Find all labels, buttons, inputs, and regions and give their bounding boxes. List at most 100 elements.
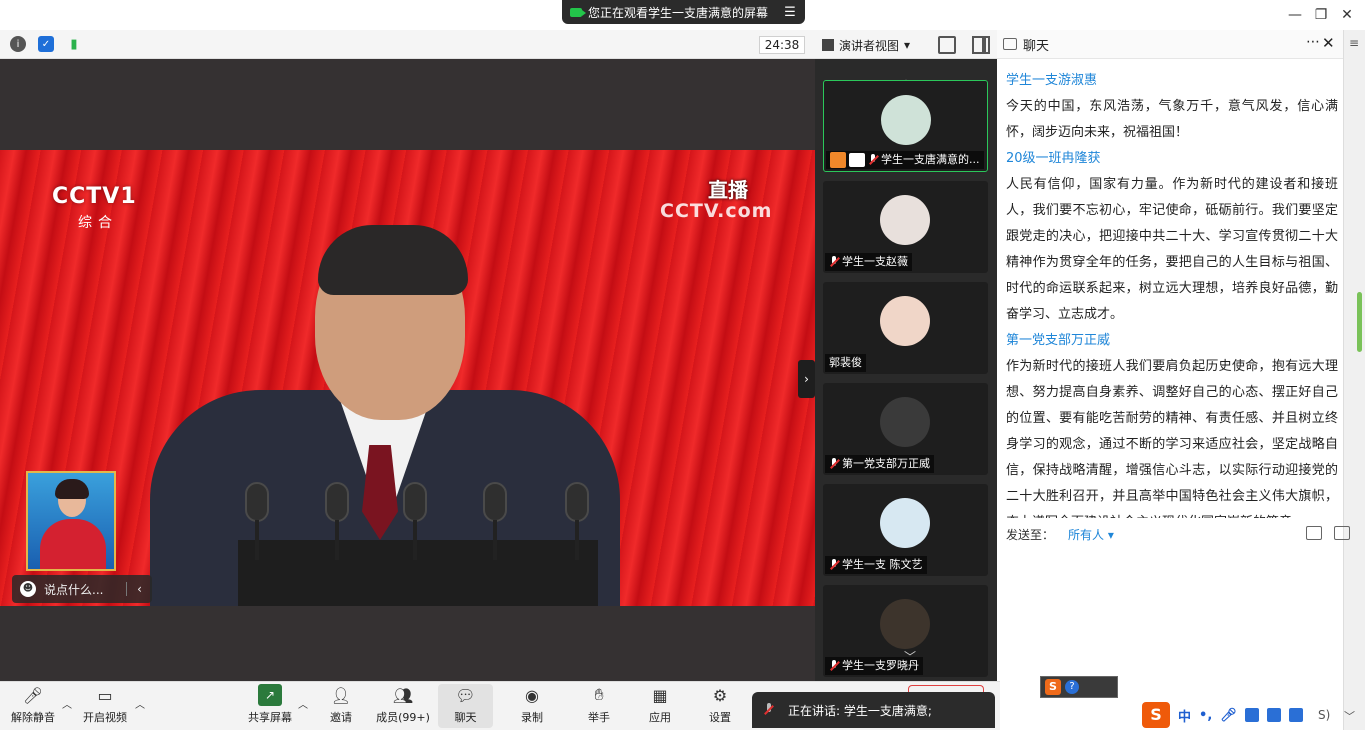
- site-watermark: CCTV.com: [660, 200, 773, 222]
- voice-icon[interactable]: 🎤︎: [1220, 708, 1237, 723]
- chat-title: 聊天: [1023, 38, 1050, 54]
- signal-icon[interactable]: ▮: [66, 36, 82, 52]
- chat-button[interactable]: 💬︎ 聊天: [438, 684, 493, 728]
- sharing-icon: [849, 153, 865, 167]
- send-to-value[interactable]: 所有人 ▾: [1068, 526, 1114, 543]
- invite-button[interactable]: 👤︎ 邀请: [312, 684, 370, 728]
- participant-tile[interactable]: 学生一支赵薇: [823, 181, 988, 273]
- close-chat-icon[interactable]: ✕: [1322, 34, 1335, 52]
- chat-side-rail: ≡: [1343, 30, 1365, 730]
- record-button[interactable]: ◉ 录制: [503, 684, 561, 728]
- participant-label: 学生一支赵薇: [825, 253, 912, 271]
- participant-label: 郭裴俊: [825, 354, 866, 372]
- comment-input[interactable]: 说点什么...: [44, 581, 103, 598]
- minimize-button[interactable]: —: [1284, 4, 1306, 26]
- avatar: [880, 296, 930, 346]
- message-text: 今天的中国，东风浩荡，气象万千，意气风发，信心满怀，阔步迈向未来，祝福祖国！: [1006, 99, 1338, 140]
- chat-bubble-icon: 💬︎: [455, 685, 476, 705]
- message-author[interactable]: 第一党支部万正威: [1006, 328, 1338, 354]
- speaking-text: 正在讲话: 学生一支唐满意;: [788, 703, 932, 718]
- video-off-icon: ▭: [97, 685, 113, 705]
- comment-bar[interactable]: ☻ 说点什么... ‹: [12, 575, 152, 603]
- apps-button[interactable]: ▦ 应用: [631, 684, 689, 728]
- chat-input[interactable]: [997, 548, 1343, 681]
- message-author[interactable]: 20级一班冉隆获: [1006, 146, 1338, 172]
- unmute-button[interactable]: 🎤︎ 解除静音: [4, 684, 62, 728]
- emoji-icon[interactable]: ☻: [20, 581, 36, 597]
- chat-scrollbar[interactable]: [1357, 292, 1362, 352]
- file-icon[interactable]: [1306, 526, 1322, 540]
- microphone-icon: [320, 482, 354, 560]
- ime-tail-text: S): [1318, 708, 1331, 722]
- hand-icon: ✋︎: [594, 685, 604, 704]
- invite-icon: 👤︎: [330, 685, 352, 705]
- view-mode-dropdown[interactable]: 演讲者视图 ▾: [818, 35, 924, 55]
- chat-tools: [1306, 526, 1350, 540]
- meeting-timer: 24:38: [759, 36, 805, 54]
- apps-icon: ▦: [652, 685, 668, 705]
- raise-hand-button[interactable]: ✋︎ 举手: [570, 684, 628, 728]
- ime-status-bar[interactable]: S 中 •, 🎤︎: [1142, 700, 1340, 730]
- sign-language-inset: [26, 471, 116, 571]
- share-screen-button[interactable]: ↗ 共享屏幕: [241, 684, 299, 728]
- help-icon[interactable]: ?: [1065, 680, 1079, 694]
- members-icon: 👥︎: [392, 685, 414, 705]
- more-options-icon[interactable]: ⋯: [1306, 34, 1320, 50]
- avatar: [880, 498, 930, 548]
- microphone-icon: [560, 482, 594, 560]
- settings-button[interactable]: ⚙ 设置: [691, 684, 749, 728]
- keyboard-icon[interactable]: [1244, 708, 1259, 722]
- message-text: 作为新时代的接班人我们要肩负起历史使命，抱有远大理想、努力提高自身素养、调整好自…: [1006, 359, 1338, 518]
- avatar: [881, 95, 931, 145]
- message-author[interactable]: 学生一支游淑惠: [1006, 68, 1338, 94]
- start-video-button[interactable]: ▭ 开启视频: [76, 684, 134, 728]
- live-badge: 直播: [708, 178, 748, 202]
- screenshot-icon[interactable]: [1334, 526, 1350, 540]
- message-text: 人民有信仰，国家有力量。作为新时代的建设者和接班人，我们要不忘初心，牢记使命，砥…: [1006, 177, 1338, 322]
- view-mode-label: 演讲者视图: [839, 38, 900, 53]
- participant-name: 学生一支 陈文艺: [842, 558, 923, 571]
- menu-icon[interactable]: ☰: [783, 5, 797, 20]
- chat-icon: [1003, 38, 1017, 50]
- chat-header: 聊天: [997, 30, 1343, 59]
- participant-tile[interactable]: 郭裴俊: [823, 282, 988, 374]
- mic-off-icon: [829, 256, 839, 268]
- info-icon[interactable]: i: [10, 36, 26, 52]
- mic-off-icon: [764, 703, 774, 717]
- send-to-label: 发送至：: [1006, 528, 1055, 542]
- fullscreen-icon[interactable]: [938, 36, 956, 54]
- host-icon: [830, 152, 846, 168]
- chevron-left-icon[interactable]: ‹: [126, 582, 152, 596]
- record-icon: ◉: [525, 685, 539, 705]
- shield-icon[interactable]: ✓: [38, 36, 54, 52]
- members-button[interactable]: 👥︎ 成员(99+): [374, 684, 432, 728]
- share-options-chevron[interactable]: ︿: [298, 696, 308, 711]
- sogou-logo-icon: S: [1142, 702, 1170, 728]
- chat-messages: 学生一支游淑惠今天的中国，东风浩荡，气象万千，意气风发，信心满怀，阔步迈向未来，…: [1000, 64, 1342, 518]
- ime-float-bar[interactable]: S ?: [1040, 676, 1118, 698]
- menu-icon[interactable]: ≡: [1349, 36, 1359, 50]
- chevron-down-icon[interactable]: ﹀: [904, 648, 916, 665]
- side-panel-icon[interactable]: [972, 36, 990, 54]
- video-options-chevron[interactable]: ︿: [135, 696, 145, 711]
- restore-button[interactable]: ❐: [1310, 4, 1332, 26]
- audio-options-chevron[interactable]: ︿: [62, 696, 72, 711]
- send-to-selector[interactable]: 发送至： 所有人 ▾: [1006, 526, 1114, 543]
- mic-off-icon: [829, 458, 839, 470]
- participant-label: 学生一支唐满意的...: [826, 151, 984, 169]
- participant-tile[interactable]: 学生一支 陈文艺: [823, 484, 988, 576]
- mic-off-icon: 🎤︎: [22, 685, 44, 705]
- chevron-down-icon[interactable]: ﹀: [1344, 708, 1355, 724]
- skin-icon[interactable]: [1266, 708, 1281, 722]
- participant-tile[interactable]: 第一党支部万正威: [823, 383, 988, 475]
- ime-mode[interactable]: 中: [1178, 706, 1191, 725]
- collapse-strip-button[interactable]: ›: [798, 360, 815, 398]
- participant-tile[interactable]: 学生一支唐满意的...: [823, 80, 988, 172]
- screen-share-banner[interactable]: 您正在观看学生一支唐满意的屏幕 ☰: [562, 0, 805, 24]
- microphone-icon: [478, 482, 512, 560]
- participant-label: 学生一支 陈文艺: [825, 556, 927, 574]
- share-banner-text: 您正在观看学生一支唐满意的屏幕: [588, 5, 769, 20]
- toolbox-icon[interactable]: [1288, 708, 1303, 722]
- close-window-button[interactable]: ✕: [1336, 4, 1358, 26]
- punctuation-icon[interactable]: •,: [1199, 708, 1212, 723]
